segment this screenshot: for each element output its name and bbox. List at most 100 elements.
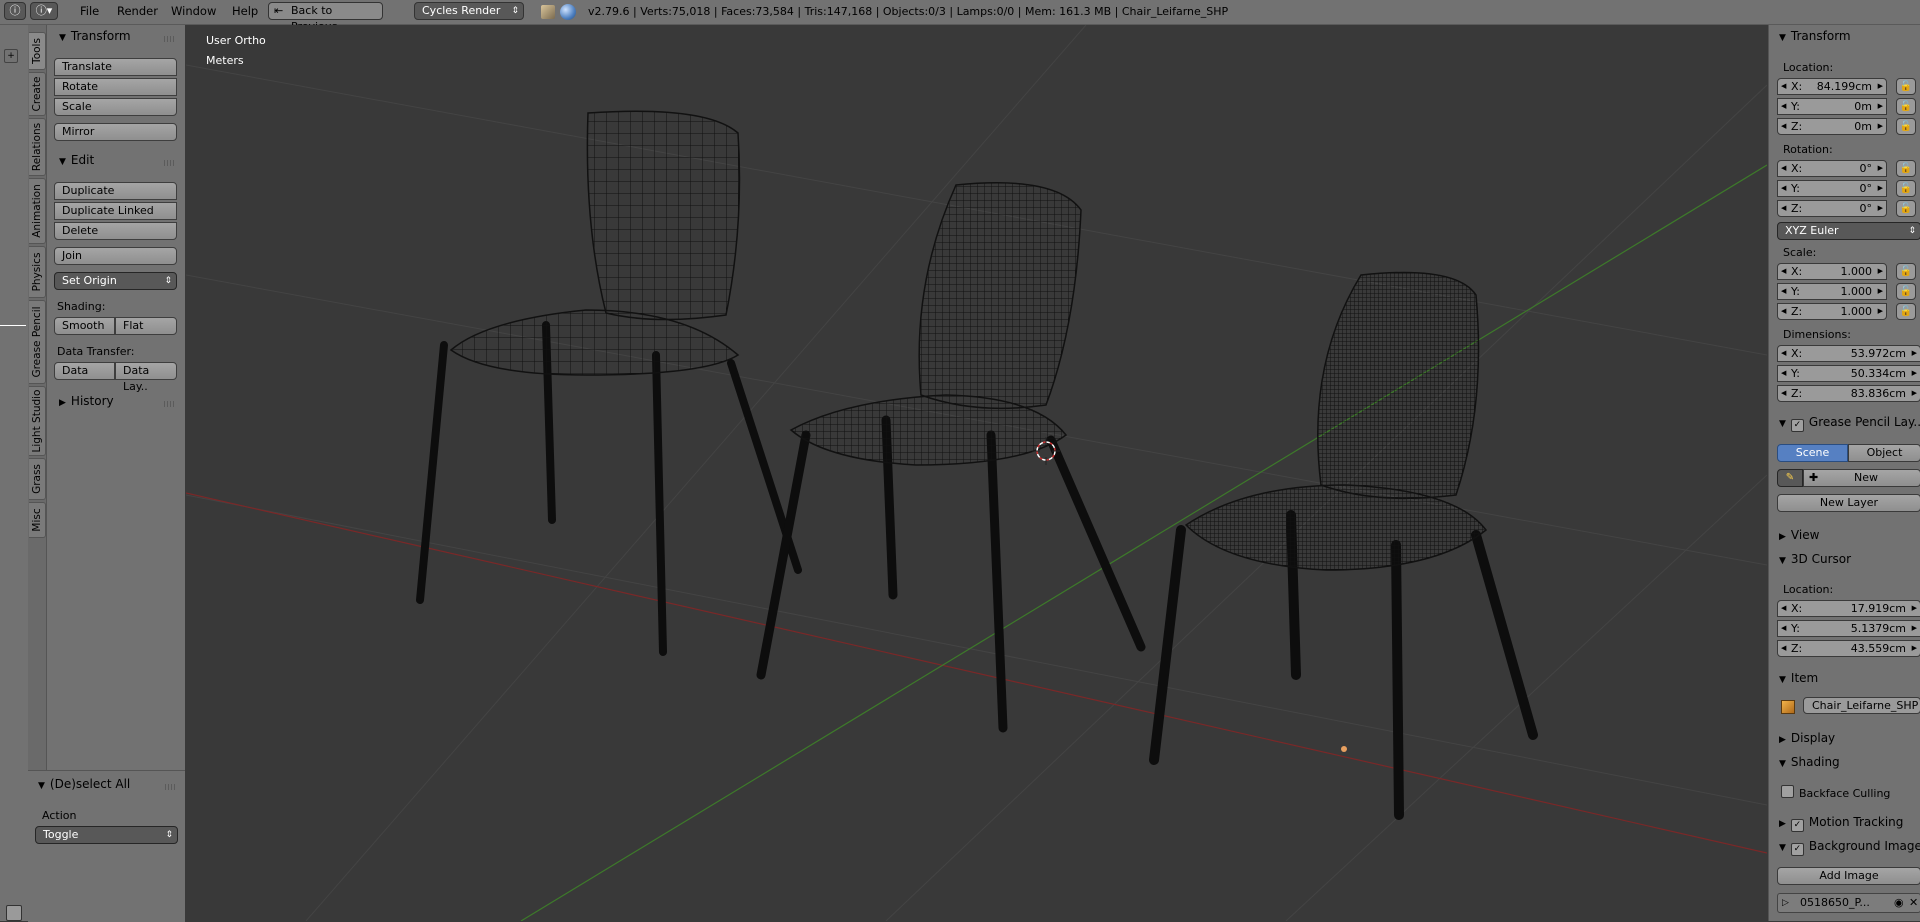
drag-grip-icon[interactable]: [165, 784, 177, 790]
scene-icon[interactable]: [541, 5, 555, 19]
dimension-x-field[interactable]: ◀ X: 53.972cm ▶: [1777, 345, 1920, 362]
checkbox-icon[interactable]: ✓: [1790, 819, 1804, 832]
lock-icon[interactable]: 🔓: [1896, 303, 1916, 320]
transform-panel-header[interactable]: ▼ Transform: [59, 29, 131, 43]
tab-light-studio[interactable]: Light Studio: [29, 386, 46, 456]
rotation-mode-dropdown[interactable]: XYZ Euler ⇕: [1777, 222, 1920, 240]
menu-window[interactable]: Window: [171, 4, 216, 18]
translate-button[interactable]: Translate: [54, 58, 177, 76]
viewport-canvas[interactable]: [186, 25, 1767, 921]
shading-panel-header[interactable]: ▼ Shading: [1779, 755, 1840, 769]
grease-pencil-object-tab[interactable]: Object: [1848, 444, 1920, 462]
location-z-field[interactable]: ◀ Z: 0m ▶: [1777, 118, 1887, 135]
plus-icon[interactable]: +: [4, 49, 18, 63]
new-grease-pencil-button[interactable]: ✚ New: [1803, 469, 1920, 487]
transform-panel-header[interactable]: ▼ Transform: [1779, 29, 1851, 43]
checkbox-icon[interactable]: ✓: [1790, 419, 1804, 432]
rotation-y-field[interactable]: ◀ Y: 0° ▶: [1777, 180, 1887, 197]
background-images-panel-header[interactable]: ▼ ✓ Background Images: [1779, 839, 1920, 856]
tab-misc[interactable]: Misc: [29, 502, 46, 538]
info-editor-icon[interactable]: ⓘ: [4, 2, 26, 20]
view-panel-header[interactable]: ▶ View: [1779, 528, 1819, 542]
smooth-button[interactable]: Smooth: [54, 317, 115, 335]
3d-cursor-panel-header[interactable]: ▼ 3D Cursor: [1779, 552, 1851, 566]
close-icon[interactable]: ✕: [1909, 894, 1918, 912]
drag-grip-icon[interactable]: [164, 36, 176, 42]
add-image-button[interactable]: Add Image: [1777, 867, 1920, 885]
duplicate-button[interactable]: Duplicate: [54, 182, 177, 200]
tab-tools[interactable]: Tools: [29, 32, 46, 70]
tab-physics[interactable]: Physics: [29, 246, 46, 298]
cursor-x-field[interactable]: ◀ X: 17.919cm ▶: [1777, 600, 1920, 617]
eye-icon[interactable]: ◉: [1894, 894, 1904, 912]
action-dropdown[interactable]: Toggle ⇕: [35, 826, 178, 844]
rotate-button[interactable]: Rotate: [54, 78, 177, 96]
outliner-edge: +: [0, 25, 28, 921]
cursor-y-field[interactable]: ◀ Y: 5.1379cm ▶: [1777, 620, 1920, 637]
tab-grass[interactable]: Grass: [29, 458, 46, 500]
menu-render[interactable]: Render: [117, 4, 158, 18]
display-panel-header[interactable]: ▶ Display: [1779, 731, 1835, 745]
expanded-triangle-icon: ▼: [1779, 419, 1786, 429]
cursor-z-field[interactable]: ◀ Z: 43.559cm ▶: [1777, 640, 1920, 657]
item-panel-header[interactable]: ▼ Item: [1779, 671, 1818, 685]
data-layers-button[interactable]: Data Lay..: [115, 362, 177, 393]
editor-type-selector[interactable]: ⓘ▾: [30, 2, 58, 20]
scale-y-field[interactable]: ◀ Y: 1.000 ▶: [1777, 283, 1887, 300]
rotation-x-field[interactable]: ◀ X: 0° ▶: [1777, 160, 1887, 177]
duplicate-linked-button[interactable]: Duplicate Linked: [54, 202, 177, 220]
render-engine-dropdown[interactable]: Cycles Render ⇕: [414, 2, 524, 20]
scale-x-field[interactable]: ◀ X: 1.000 ▶: [1777, 263, 1887, 280]
flat-button[interactable]: Flat: [115, 317, 177, 335]
collapsed-triangle-icon: ▶: [1779, 532, 1786, 542]
tab-create[interactable]: Create: [29, 72, 46, 116]
mirror-button[interactable]: Mirror: [54, 123, 177, 141]
object-name-field[interactable]: Chair_Leifarne_SHP: [1803, 697, 1920, 714]
lock-icon[interactable]: 🔓: [1896, 263, 1916, 280]
lock-icon[interactable]: 🔓: [1896, 118, 1916, 135]
back-to-previous-button[interactable]: ⇤ Back to Previous: [268, 2, 383, 33]
editor-type-icon[interactable]: [6, 905, 22, 921]
join-button[interactable]: Join: [54, 247, 177, 265]
pencil-icon[interactable]: ✎: [1777, 469, 1803, 487]
3d-viewport[interactable]: User Ortho Meters: [186, 25, 1767, 921]
scale-z-field[interactable]: ◀ Z: 1.000 ▶: [1777, 303, 1887, 320]
set-origin-dropdown[interactable]: Set Origin ⇕: [54, 272, 177, 290]
edit-panel-header[interactable]: ▼ Edit: [59, 153, 94, 167]
tool-shelf: ▼ Transform Translate Rotate Scale Mirror…: [47, 25, 185, 770]
location-y-field[interactable]: ◀ Y: 0m ▶: [1777, 98, 1887, 115]
delete-button[interactable]: Delete: [54, 222, 177, 240]
drag-grip-icon[interactable]: [164, 160, 176, 166]
tab-grease-pencil[interactable]: Grease Pencil: [29, 300, 46, 384]
dropdown-arrows-icon: ⇕: [164, 276, 172, 286]
motion-tracking-panel-header[interactable]: ▶ ✓ Motion Tracking: [1779, 815, 1903, 832]
expanded-triangle-icon: ▼: [38, 781, 45, 791]
scale-button[interactable]: Scale: [54, 98, 177, 116]
location-x-field[interactable]: ◀ X: 84.199cm ▶: [1777, 78, 1887, 95]
checkbox-icon[interactable]: ✓: [1790, 843, 1804, 856]
menu-help[interactable]: Help: [232, 4, 258, 18]
properties-shelf: ▼ Transform Location: ◀ X: 84.199cm ▶ 🔓 ◀ Y: 0…: [1768, 25, 1920, 921]
dimension-z-field[interactable]: ◀ Z: 83.836cm ▶: [1777, 385, 1920, 402]
tab-animation[interactable]: Animation: [29, 178, 46, 244]
drag-grip-icon[interactable]: [164, 401, 176, 407]
lock-icon[interactable]: 🔓: [1896, 200, 1916, 217]
lock-icon[interactable]: 🔓: [1896, 160, 1916, 177]
tab-relations[interactable]: Relations: [29, 118, 46, 176]
data-transfer-button[interactable]: Data: [54, 362, 115, 380]
lock-icon[interactable]: 🔓: [1896, 78, 1916, 95]
background-image-item[interactable]: ▷ 0518650_P... ◉ ✕: [1777, 893, 1920, 913]
backface-culling-checkbox[interactable]: Backface Culling: [1781, 785, 1890, 800]
history-panel-header[interactable]: ▶ History: [59, 394, 114, 408]
menu-file[interactable]: File: [80, 4, 99, 18]
dimension-y-field[interactable]: ◀ Y: 50.334cm ▶: [1777, 365, 1920, 382]
new-layer-button[interactable]: New Layer: [1777, 494, 1920, 512]
lock-icon[interactable]: 🔓: [1896, 98, 1916, 115]
grease-pencil-scene-tab[interactable]: Scene: [1777, 444, 1848, 462]
world-icon[interactable]: [560, 4, 576, 20]
rotation-z-field[interactable]: ◀ Z: 0° ▶: [1777, 200, 1887, 217]
grease-pencil-panel-header[interactable]: ▼ ✓ Grease Pencil Lay...: [1779, 415, 1920, 432]
operator-title[interactable]: ▼ (De)select All: [38, 777, 130, 791]
lock-icon[interactable]: 🔓: [1896, 283, 1916, 300]
lock-icon[interactable]: 🔓: [1896, 180, 1916, 197]
